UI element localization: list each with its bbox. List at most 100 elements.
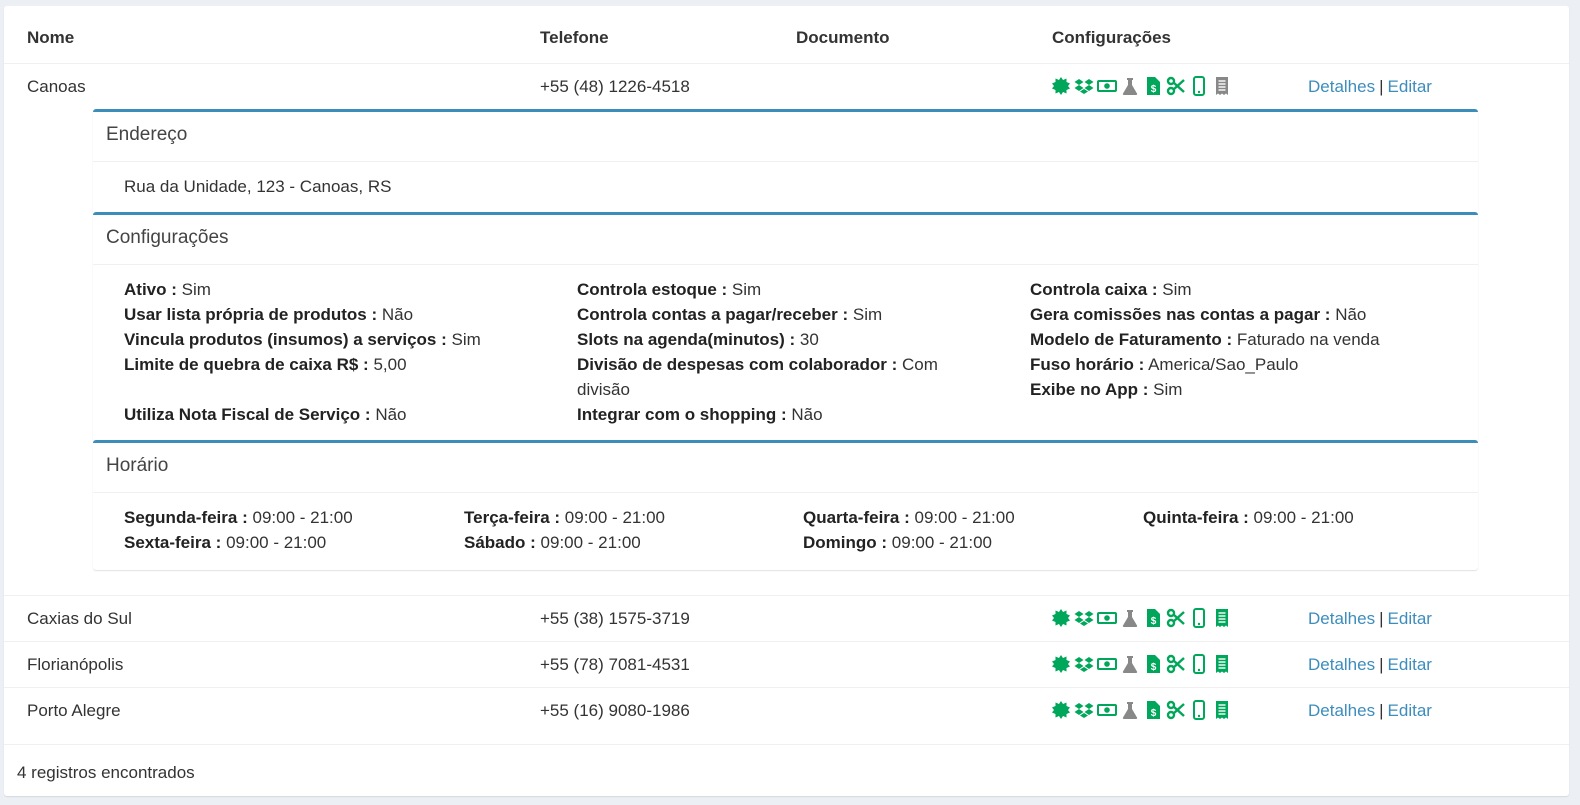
schedule-panel-title: Horário xyxy=(93,443,1478,493)
unit-phone: +55 (16) 9080-1986 xyxy=(540,701,690,720)
certificate-icon xyxy=(1052,77,1070,95)
table-row[interactable]: Caxias do Sul +55 (38) 1575-3719 $ Detal… xyxy=(4,596,1569,642)
table-header: Nome Telefone Documento Configurações xyxy=(4,6,1569,64)
mobile-icon xyxy=(1193,700,1205,720)
edit-link[interactable]: Editar xyxy=(1388,77,1432,96)
setting-item: Utiliza Nota Fiscal de Serviço : Não xyxy=(124,405,407,424)
schedule-col-2: Terça-feira : 09:00 - 21:00 Sábado : 09:… xyxy=(464,505,665,555)
header-configuracoes[interactable]: Configurações xyxy=(1052,28,1171,48)
scissors-icon xyxy=(1166,76,1185,96)
settings-col-1: Ativo : Sim Usar lista própria de produt… xyxy=(124,277,564,427)
schedule-col-4: Quinta-feira : 09:00 - 21:00 xyxy=(1143,505,1354,530)
link-separator: | xyxy=(1379,609,1384,628)
unit-phone: +55 (48) 1226-4518 xyxy=(540,77,690,96)
edit-link[interactable]: Editar xyxy=(1388,655,1432,674)
receipt-icon xyxy=(1216,77,1228,95)
certificate-icon xyxy=(1052,655,1070,673)
invoice-dollar-icon: $ xyxy=(1147,77,1160,95)
setting-item: Fuso horário : America/Sao_Paulo xyxy=(1030,355,1299,374)
schedule-panel: Horário Segunda-feira : 09:00 - 21:00 Se… xyxy=(93,440,1478,570)
address-panel-title: Endereço xyxy=(93,112,1478,162)
unit-name: Caxias do Sul xyxy=(27,609,132,628)
mobile-icon xyxy=(1193,76,1205,96)
config-icons: $ xyxy=(1051,75,1235,97)
records-count: 4 registros encontrados xyxy=(17,763,195,782)
receipt-icon xyxy=(1216,655,1228,673)
certificate-icon xyxy=(1052,609,1070,627)
scissors-icon xyxy=(1166,700,1185,720)
setting-item: Vincula produtos (insumos) a serviços : … xyxy=(124,330,481,349)
invoice-dollar-icon: $ xyxy=(1147,701,1160,719)
details-link[interactable]: Detalhes xyxy=(1308,77,1375,96)
money-icon xyxy=(1097,704,1117,716)
address-panel: Endereço Rua da Unidade, 123 - Canoas, R… xyxy=(93,109,1478,215)
setting-item: Controla caixa : Sim xyxy=(1030,280,1192,299)
schedule-col-1: Segunda-feira : 09:00 - 21:00 Sexta-feir… xyxy=(124,505,353,555)
unit-name: Canoas xyxy=(27,77,86,96)
config-icons: $ xyxy=(1051,699,1235,721)
config-icons: $ xyxy=(1051,607,1235,629)
scissors-icon xyxy=(1166,608,1185,628)
flask-icon xyxy=(1122,78,1138,95)
money-icon xyxy=(1097,612,1117,624)
address-value: Rua da Unidade, 123 - Canoas, RS xyxy=(124,177,392,196)
row-actions: Detalhes | Editar xyxy=(1308,77,1432,97)
receipt-icon xyxy=(1216,609,1228,627)
details-link[interactable]: Detalhes xyxy=(1308,655,1375,674)
setting-item: Controla estoque : Sim xyxy=(577,280,762,299)
row-actions: Detalhes | Editar xyxy=(1308,655,1432,675)
settings-panel-title: Configurações xyxy=(93,215,1478,265)
dropbox-icon xyxy=(1074,79,1094,94)
schedule-day: Terça-feira : 09:00 - 21:00 xyxy=(464,508,665,527)
setting-item: Divisão de despesas com colaborador : Co… xyxy=(577,355,938,399)
dropbox-icon xyxy=(1074,703,1094,718)
scissors-icon xyxy=(1166,654,1185,674)
dropbox-icon xyxy=(1074,611,1094,626)
invoice-dollar-icon: $ xyxy=(1147,609,1160,627)
row-actions: Detalhes | Editar xyxy=(1308,701,1432,721)
schedule-day: Sexta-feira : 09:00 - 21:00 xyxy=(124,533,327,552)
settings-col-3: Controla caixa : Sim Gera comissões nas … xyxy=(1030,277,1470,402)
table-row[interactable]: Canoas +55 (48) 1226-4518 $ Detalhes | Edi… xyxy=(4,64,1569,596)
schedule-col-3: Quarta-feira : 09:00 - 21:00 Domingo : 0… xyxy=(803,505,1015,555)
mobile-icon xyxy=(1193,654,1205,674)
link-separator: | xyxy=(1379,701,1384,720)
edit-link[interactable]: Editar xyxy=(1388,609,1432,628)
header-nome[interactable]: Nome xyxy=(27,28,74,48)
header-telefone[interactable]: Telefone xyxy=(540,28,609,48)
setting-item: Usar lista própria de produtos : Não xyxy=(124,305,414,324)
unit-name: Porto Alegre xyxy=(27,701,121,720)
invoice-dollar-icon: $ xyxy=(1147,655,1160,673)
edit-link[interactable]: Editar xyxy=(1388,701,1432,720)
money-icon xyxy=(1097,658,1117,670)
flask-icon xyxy=(1122,610,1138,627)
flask-icon xyxy=(1122,656,1138,673)
units-table-box: Nome Telefone Documento Configurações Ca… xyxy=(4,6,1569,796)
setting-item: Gera comissões nas contas a pagar : Não xyxy=(1030,305,1367,324)
svg-text:$: $ xyxy=(1151,616,1157,627)
details-link[interactable]: Detalhes xyxy=(1308,701,1375,720)
unit-phone: +55 (38) 1575-3719 xyxy=(540,609,690,628)
flask-icon xyxy=(1122,702,1138,719)
setting-item: Integrar com o shopping : Não xyxy=(577,405,823,424)
settings-panel: Configurações Ativo : Sim Usar lista pró… xyxy=(93,212,1478,442)
schedule-day: Quinta-feira : 09:00 - 21:00 xyxy=(1143,508,1354,527)
table-row[interactable]: Florianópolis +55 (78) 7081-4531 $ Detal… xyxy=(4,642,1569,688)
details-link[interactable]: Detalhes xyxy=(1308,609,1375,628)
receipt-icon xyxy=(1216,701,1228,719)
header-documento[interactable]: Documento xyxy=(796,28,890,48)
table-footer: 4 registros encontrados xyxy=(4,744,1569,794)
config-icons: $ xyxy=(1051,653,1235,675)
setting-item: Exibe no App : Sim xyxy=(1030,380,1183,399)
svg-text:$: $ xyxy=(1151,662,1157,673)
setting-item: Modelo de Faturamento : Faturado na vend… xyxy=(1030,330,1380,349)
settings-col-2: Controla estoque : Sim Controla contas a… xyxy=(577,277,977,427)
schedule-day: Segunda-feira : 09:00 - 21:00 xyxy=(124,508,353,527)
money-icon xyxy=(1097,80,1117,92)
mobile-icon xyxy=(1193,608,1205,628)
unit-phone: +55 (78) 7081-4531 xyxy=(540,655,690,674)
unit-name: Florianópolis xyxy=(27,655,124,674)
setting-item: Limite de quebra de caixa R$ : 5,00 xyxy=(124,355,407,374)
table-row[interactable]: Porto Alegre +55 (16) 9080-1986 $ Detalh… xyxy=(4,688,1569,744)
setting-item: Controla contas a pagar/receber : Sim xyxy=(577,305,883,324)
